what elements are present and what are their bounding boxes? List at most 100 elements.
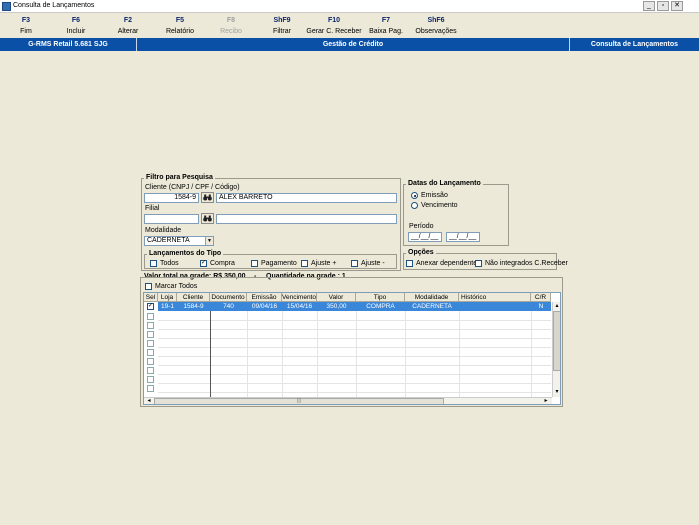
scroll-left-icon[interactable]: ◂: [145, 398, 153, 404]
toolbar-recibo-button[interactable]: F8 Recibo: [213, 13, 249, 38]
row-select-checkbox[interactable]: [147, 322, 154, 329]
row-select-checkbox[interactable]: ✓: [147, 303, 154, 310]
binoculars-icon: [203, 194, 212, 201]
filial-search-button[interactable]: [201, 213, 214, 224]
grid-line: [531, 311, 532, 397]
minimize-button[interactable]: _: [643, 1, 655, 11]
row-select-checkbox[interactable]: [147, 385, 154, 392]
col-header-documento[interactable]: Documento: [210, 293, 247, 302]
vencimento-radio[interactable]: [411, 202, 418, 209]
maximize-button[interactable]: ▫: [657, 1, 669, 11]
tipo-ajuste-mais-checkbox[interactable]: [301, 260, 308, 267]
toolbar-relatorio-button[interactable]: F5 Relatório: [158, 13, 202, 38]
col-header-historico[interactable]: Histórico: [459, 293, 531, 302]
col-header-valor[interactable]: Valor: [317, 293, 356, 302]
cell-historico: [459, 302, 531, 311]
grid-line: [158, 320, 551, 321]
grid-fixed-column-divider: [210, 311, 211, 397]
modalidade-value: CADERNETA: [147, 237, 190, 244]
col-header-cliente[interactable]: Cliente: [177, 293, 210, 302]
tipo-todos-label: Todos: [160, 260, 179, 267]
binoculars-icon: [203, 215, 212, 222]
grid-line: [158, 374, 551, 375]
toolbar: F3 Fim F6 Incluir F2 Alterar F5 Relatóri…: [0, 13, 699, 38]
grid-line: [317, 311, 318, 397]
col-header-vencimento[interactable]: Vencimento: [282, 293, 317, 302]
toolbar-fim-button[interactable]: F3 Fim: [8, 13, 44, 38]
col-header-sel[interactable]: Sel: [144, 293, 158, 302]
col-header-cr[interactable]: C/R: [531, 293, 551, 302]
cell-modalidade: CADERNETA: [412, 303, 452, 310]
modalidade-select[interactable]: CADERNETA ▼: [144, 236, 214, 246]
tipos-group-title: Lançamentos do Tipo: [147, 250, 224, 258]
scroll-up-icon[interactable]: ▴: [553, 302, 560, 310]
nao-integrados-label: Não integrados C.Receber: [485, 260, 568, 267]
tipo-ajuste-menos-checkbox[interactable]: [351, 260, 358, 267]
grid-line: [247, 311, 248, 397]
grid-line: [158, 329, 551, 330]
toolbar-baixa-pag-button[interactable]: F7 Baixa Pag.: [364, 13, 408, 38]
col-header-emissao[interactable]: Emissão: [247, 293, 282, 302]
row-select-checkbox[interactable]: [147, 367, 154, 374]
cell-valor: 350,00: [326, 303, 347, 310]
tipo-todos-checkbox[interactable]: [150, 260, 157, 267]
client-search-button[interactable]: [201, 192, 214, 203]
toolbar-gerar-c-receber-button[interactable]: F10 Gerar C. Receber: [306, 13, 362, 38]
tipo-ajuste-menos-label: Ajuste -: [361, 260, 385, 267]
client-name-input[interactable]: ALEX BARRETO: [216, 193, 397, 203]
grid-line: [158, 338, 551, 339]
anexar-dependentes-checkbox[interactable]: [406, 260, 413, 267]
col-header-modalidade[interactable]: Modalidade: [405, 293, 459, 302]
toolbar-alterar-button[interactable]: F2 Alterar: [110, 13, 146, 38]
grid-line: [356, 311, 357, 397]
cell-vencimento: 15/04/16: [286, 303, 313, 310]
vertical-scrollbar[interactable]: ▴ ▾: [552, 302, 560, 397]
title-bar: Consulta de Lançamentos _ ▫ ✕: [0, 0, 699, 13]
tipo-pagamento-checkbox[interactable]: [251, 260, 258, 267]
vencimento-label: Vencimento: [421, 202, 458, 209]
toolbar-filtrar-button[interactable]: ShF9 Filtrar: [264, 13, 300, 38]
header-bar: G-RMS Retail 5.681 SJG Gestão de Crédito…: [0, 38, 699, 51]
emissao-label: Emissão: [421, 192, 448, 199]
horizontal-scrollbar[interactable]: ◂ ||| ▸: [144, 397, 552, 404]
client-label: Cliente (CNPJ / CPF / Código): [145, 184, 240, 191]
row-select-checkbox[interactable]: [147, 331, 154, 338]
scroll-down-icon[interactable]: ▾: [553, 388, 560, 396]
close-button[interactable]: ✕: [671, 1, 683, 11]
horizontal-scroll-thumb[interactable]: |||: [154, 398, 444, 404]
scroll-right-icon[interactable]: ▸: [542, 398, 550, 404]
row-select-checkbox[interactable]: [147, 313, 154, 320]
toolbar-incluir-button[interactable]: F6 Incluir: [58, 13, 94, 38]
datas-group-title: Datas do Lançamento: [406, 180, 483, 188]
tipo-compra-checkbox[interactable]: ✓: [200, 260, 207, 267]
date-to-input[interactable]: __/__/__: [446, 232, 480, 242]
screen-title: Consulta de Lançamentos: [590, 41, 679, 48]
emissao-radio[interactable]: [411, 192, 418, 199]
col-header-loja[interactable]: Loja: [158, 293, 177, 302]
nao-integrados-checkbox[interactable]: [475, 260, 482, 267]
vertical-scroll-thumb[interactable]: [553, 311, 560, 371]
toolbar-observacoes-button[interactable]: ShF6 Observações: [412, 13, 460, 38]
modalidade-label: Modalidade: [145, 227, 182, 234]
row-select-checkbox[interactable]: [147, 358, 154, 365]
client-code-input[interactable]: 1584-9: [144, 193, 199, 203]
date-from-input[interactable]: __/__/__: [408, 232, 442, 242]
tipo-compra-label: Compra: [210, 260, 235, 267]
cell-cliente: 1584-9: [183, 303, 204, 310]
chevron-down-icon[interactable]: ▼: [205, 237, 213, 245]
grid-line: [158, 347, 551, 348]
filial-label: Filial: [145, 205, 160, 212]
row-select-checkbox[interactable]: [147, 349, 154, 356]
grid-line: [158, 365, 551, 366]
row-select-checkbox[interactable]: [147, 340, 154, 347]
anexar-dependentes-label: Anexar dependentes: [416, 260, 481, 267]
cell-documento: 740: [223, 303, 234, 310]
lancamentos-grid[interactable]: Sel Loja Cliente Documento Emissão Venci…: [143, 292, 561, 405]
tipo-ajuste-mais-label: Ajuste +: [311, 260, 337, 267]
row-select-checkbox[interactable]: [147, 376, 154, 383]
cell-cr: N: [538, 303, 544, 310]
grid-line: [158, 392, 551, 393]
filial-name-input[interactable]: [216, 214, 397, 224]
filial-code-input[interactable]: [144, 214, 199, 224]
col-header-tipo[interactable]: Tipo: [356, 293, 405, 302]
